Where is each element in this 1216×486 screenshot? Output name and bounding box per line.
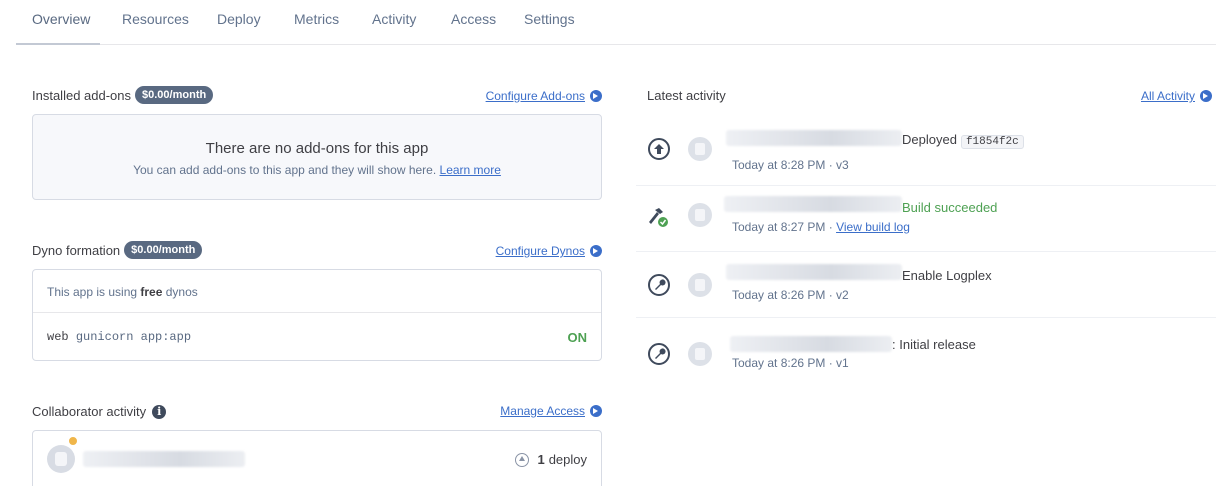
deploy-count-label: deploy xyxy=(548,452,587,467)
arrow-right-icon xyxy=(590,90,602,102)
addons-empty-text: You can add add-ons to this app and they… xyxy=(133,163,437,177)
view-build-log-link[interactable]: View build log xyxy=(836,220,910,234)
configure-dynos-link[interactable]: Configure Dynos xyxy=(496,244,602,258)
all-activity-link[interactable]: All Activity xyxy=(1141,89,1212,103)
tab-metrics[interactable]: Metrics xyxy=(294,11,339,27)
avatar xyxy=(47,445,75,473)
info-icon[interactable] xyxy=(152,404,167,419)
activity-time: Today at 8:27 PM · xyxy=(732,220,837,234)
configure-addons-link[interactable]: Configure Add-ons xyxy=(486,89,602,103)
configure-addons-label: Configure Add-ons xyxy=(485,89,585,103)
dyno-tier-info: This app is using free dynos xyxy=(33,270,601,313)
addons-empty-state: There are no add-ons for this app You ca… xyxy=(32,114,602,200)
all-activity-label: All Activity xyxy=(1140,89,1195,103)
activity-action: Enable Logplex xyxy=(902,268,992,283)
collab-deploy-count: 1 deploy xyxy=(515,452,587,467)
redacted-user xyxy=(724,196,902,212)
addons-title: Installed add-ons xyxy=(32,87,132,103)
addons-section-title: Installed add-ons $0.00/month xyxy=(32,86,214,104)
avatar xyxy=(688,203,712,227)
activity-action: Deployed xyxy=(902,132,957,147)
process-type: web xyxy=(47,330,69,344)
activity-item: Enable Logplex Today at 8:26 PM · v2 xyxy=(636,252,1216,318)
collab-title: Collaborator activity xyxy=(32,404,147,419)
dyno-process-row[interactable]: web gunicorn app:app ON xyxy=(33,313,601,361)
app-tab-bar: Overview Resources Deploy Metrics Activi… xyxy=(16,0,1216,45)
collab-section-title: Collaborator activity xyxy=(32,404,167,419)
activity-time: Today at 8:26 PM · v1 xyxy=(732,356,849,370)
dyno-cost-badge: $0.00/month xyxy=(124,241,203,259)
redacted-user xyxy=(726,264,902,280)
active-tab-indicator xyxy=(16,43,100,45)
redacted-user xyxy=(726,130,902,146)
tab-deploy[interactable]: Deploy xyxy=(217,11,261,27)
wrench-icon xyxy=(648,274,670,296)
avatar xyxy=(688,137,712,161)
dyno-state-toggle[interactable]: ON xyxy=(568,330,588,345)
activity-action: : Initial release xyxy=(892,337,976,352)
arrow-right-icon xyxy=(590,245,602,257)
process-command: gunicorn app:app xyxy=(75,330,192,344)
collaborator-row: 1 deploy xyxy=(32,430,602,486)
dyno-info-suffix: dynos xyxy=(165,285,198,299)
dyno-section-title: Dyno formation $0.00/month xyxy=(32,241,203,259)
manage-access-label: Manage Access xyxy=(500,404,585,418)
build-hammer-icon xyxy=(646,204,668,227)
configure-dynos-label: Configure Dynos xyxy=(495,244,585,258)
activity-time: Today at 8:26 PM · v2 xyxy=(732,288,849,302)
addons-empty-subtitle: You can add add-ons to this app and they… xyxy=(33,163,601,177)
tab-activity[interactable]: Activity xyxy=(372,11,416,27)
dyno-title: Dyno formation xyxy=(32,242,121,258)
redacted-email xyxy=(83,451,245,467)
activity-title: Latest activity xyxy=(647,88,726,103)
tab-access[interactable]: Access xyxy=(451,11,496,27)
arrow-right-icon xyxy=(1200,90,1212,102)
activity-item: Build succeeded Today at 8:27 PM · View … xyxy=(636,186,1216,252)
redacted-user xyxy=(730,336,892,352)
wrench-icon xyxy=(648,343,670,365)
activity-item: : Initial release Today at 8:26 PM · v1 xyxy=(636,318,1216,384)
avatar xyxy=(688,273,712,297)
activity-description: Deployed f1854f2c xyxy=(902,132,1024,149)
deploy-icon xyxy=(515,452,530,467)
activity-time: Today at 8:28 PM · v3 xyxy=(732,158,849,172)
activity-time-row: Today at 8:27 PM · View build log xyxy=(732,220,910,234)
dyno-tier: free xyxy=(140,285,163,299)
tab-resources[interactable]: Resources xyxy=(122,11,189,27)
deploy-count-number: 1 xyxy=(537,452,545,467)
addons-cost-badge: $0.00/month xyxy=(135,86,214,104)
owner-star-icon xyxy=(67,435,79,447)
dyno-info-prefix: This app is using xyxy=(47,285,138,299)
learn-more-link[interactable]: Learn more xyxy=(440,163,501,177)
manage-access-link[interactable]: Manage Access xyxy=(500,404,602,418)
deploy-icon xyxy=(648,138,670,160)
activity-action: Build succeeded xyxy=(902,200,998,215)
dyno-formation-panel: This app is using free dynos web gunicor… xyxy=(32,269,602,361)
addons-empty-title: There are no add-ons for this app xyxy=(205,140,429,157)
activity-section-title: Latest activity xyxy=(647,88,726,103)
arrow-right-icon xyxy=(590,405,602,417)
commit-hash[interactable]: f1854f2c xyxy=(960,135,1024,149)
tab-settings[interactable]: Settings xyxy=(524,11,575,27)
avatar xyxy=(688,342,712,366)
activity-item: Deployed f1854f2c Today at 8:28 PM · v3 xyxy=(636,120,1216,186)
tab-overview[interactable]: Overview xyxy=(32,11,90,27)
